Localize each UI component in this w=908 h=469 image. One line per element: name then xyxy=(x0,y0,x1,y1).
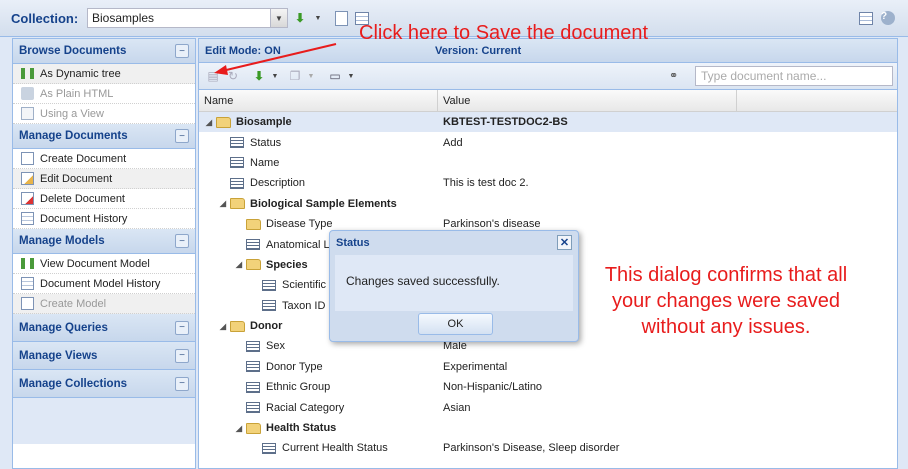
dialog-annotation-line: your changes were saved xyxy=(612,290,840,312)
dialog-annotation-line: without any issues. xyxy=(641,316,811,338)
dialog-annotation: This dialog confirms that all your chang… xyxy=(586,262,866,340)
annotation-arrow xyxy=(214,43,337,75)
dialog-annotation-line: This dialog confirms that all xyxy=(604,264,848,286)
save-annotation: Click here to Save the document xyxy=(359,22,649,44)
